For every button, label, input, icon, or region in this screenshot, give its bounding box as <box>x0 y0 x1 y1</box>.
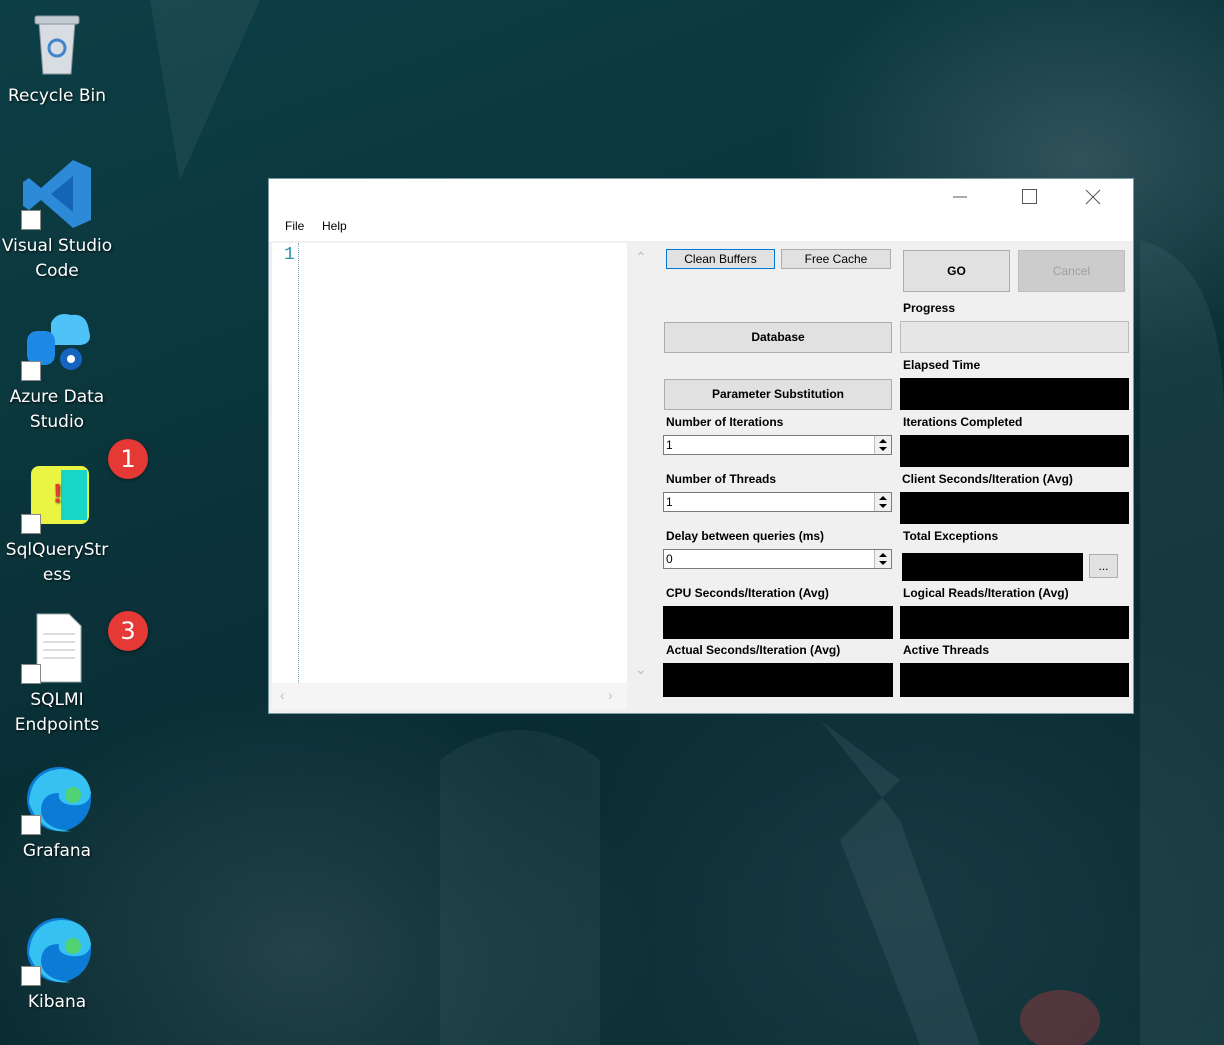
client-seconds-value <box>900 492 1129 524</box>
clean-buffers-button[interactable]: Clean Buffers <box>666 249 775 269</box>
edge-icon <box>21 763 93 835</box>
gutter-divider <box>298 243 299 683</box>
client-seconds-label: Client Seconds/Iteration (Avg) <box>902 472 1073 486</box>
delay-value: 0 <box>666 552 673 566</box>
title-bar <box>269 179 1133 215</box>
desktop-icon-label: SQLMI Endpoints <box>14 690 100 735</box>
azure-data-studio-icon <box>21 309 93 381</box>
number-of-iterations-label: Number of Iterations <box>666 415 784 429</box>
iterations-completed-label: Iterations Completed <box>903 415 1023 429</box>
shortcut-arrow-icon <box>21 361 41 381</box>
editor-horizontal-scrollbar[interactable]: ‹ › <box>272 683 627 709</box>
actual-seconds-label: Actual Seconds/Iteration (Avg) <box>666 643 841 657</box>
recycle-bin-icon <box>21 8 93 80</box>
active-threads-value <box>900 663 1129 697</box>
elapsed-time-value <box>900 378 1129 410</box>
desktop-icon-sqlmi-endpoints[interactable]: SQLMI Endpoints <box>1 612 113 738</box>
editor-vertical-scrollbar[interactable]: ⌃ ⌄ <box>627 243 655 683</box>
desktop-icon-vscode[interactable]: Visual Studio Code <box>1 158 113 284</box>
logical-reads-label: Logical Reads/Iteration (Avg) <box>903 586 1069 600</box>
shortcut-arrow-icon <box>21 815 41 835</box>
line-number: 1 <box>284 245 295 265</box>
text-file-icon <box>21 612 93 684</box>
scroll-left-icon[interactable]: ‹ <box>280 687 285 703</box>
logical-reads-value <box>900 606 1129 639</box>
shortcut-arrow-icon <box>21 210 41 230</box>
sqlquerystress-window: File Help 1 ⌃ ⌄ ‹ › Clean Buffers Free C… <box>268 178 1134 714</box>
scroll-up-icon[interactable]: ⌃ <box>635 249 647 266</box>
desktop-icon-grafana[interactable]: Grafana <box>1 763 113 864</box>
desktop-icon-label: Grafana <box>22 841 92 861</box>
shortcut-arrow-icon <box>21 966 41 986</box>
scroll-down-icon[interactable]: ⌄ <box>635 661 647 678</box>
maximize-button[interactable] <box>993 179 1063 215</box>
threads-value: 1 <box>666 495 673 509</box>
menu-help[interactable]: Help <box>322 219 347 233</box>
minimize-icon <box>953 196 967 198</box>
sqlquerystress-icon: ! <box>21 462 93 534</box>
desktop-icon-label: Visual Studio Code <box>1 236 113 281</box>
scroll-right-icon[interactable]: › <box>608 687 613 703</box>
delay-input[interactable]: 0 <box>663 549 892 569</box>
delay-between-queries-label: Delay between queries (ms) <box>666 529 825 543</box>
menu-file[interactable]: File <box>285 219 304 233</box>
shortcut-arrow-icon <box>21 664 41 684</box>
query-editor[interactable]: 1 <box>272 243 627 683</box>
shortcut-arrow-icon <box>21 514 41 534</box>
desktop-icon-recycle-bin[interactable]: Recycle Bin <box>1 8 113 109</box>
vscode-icon <box>21 158 93 230</box>
edge-icon <box>21 914 93 986</box>
spinner-arrows-icon[interactable] <box>874 493 891 511</box>
actual-seconds-value <box>663 663 893 697</box>
total-exceptions-label: Total Exceptions <box>903 529 999 543</box>
free-cache-button[interactable]: Free Cache <box>781 249 891 269</box>
elapsed-time-label: Elapsed Time <box>903 358 981 372</box>
menu-bar: File Help <box>269 215 1133 241</box>
desktop-icon-label: Azure Data Studio <box>9 387 105 432</box>
progress-label: Progress <box>903 301 956 315</box>
iterations-completed-value <box>900 435 1129 467</box>
progress-bar <box>900 321 1129 353</box>
go-button[interactable]: GO <box>903 250 1010 292</box>
desktop-icon-kibana[interactable]: Kibana <box>1 914 113 1015</box>
iterations-input[interactable]: 1 <box>663 435 892 455</box>
number-of-threads-label: Number of Threads <box>666 472 777 486</box>
spinner-arrows-icon[interactable] <box>874 436 891 454</box>
svg-text:!: ! <box>53 478 62 508</box>
callout-badge: 3 <box>108 611 148 651</box>
close-icon <box>1085 189 1101 205</box>
iterations-value: 1 <box>666 438 673 452</box>
cancel-button[interactable]: Cancel <box>1018 250 1125 292</box>
cpu-seconds-label: CPU Seconds/Iteration (Avg) <box>666 586 829 600</box>
desktop-icon-sqlquerystress[interactable]: ! SqlQueryStress <box>1 462 113 588</box>
spinner-arrows-icon[interactable] <box>874 550 891 568</box>
database-button[interactable]: Database <box>664 322 892 353</box>
close-button[interactable] <box>1063 179 1133 215</box>
callout-badge: 1 <box>108 439 148 479</box>
cpu-seconds-value <box>663 606 893 639</box>
desktop-icon-label: SqlQueryStress <box>5 540 109 585</box>
active-threads-label: Active Threads <box>903 643 990 657</box>
exceptions-details-button[interactable]: ... <box>1089 554 1118 578</box>
desktop-icon-label: Kibana <box>27 992 87 1012</box>
parameter-substitution-button[interactable]: Parameter Substitution <box>664 379 892 410</box>
desktop-icon-azure-data-studio[interactable]: Azure Data Studio <box>1 309 113 435</box>
total-exceptions-value <box>902 553 1083 581</box>
desktop-icon-label: Recycle Bin <box>7 86 106 106</box>
minimize-button[interactable] <box>923 179 993 215</box>
threads-input[interactable]: 1 <box>663 492 892 512</box>
maximize-icon <box>1022 189 1037 204</box>
